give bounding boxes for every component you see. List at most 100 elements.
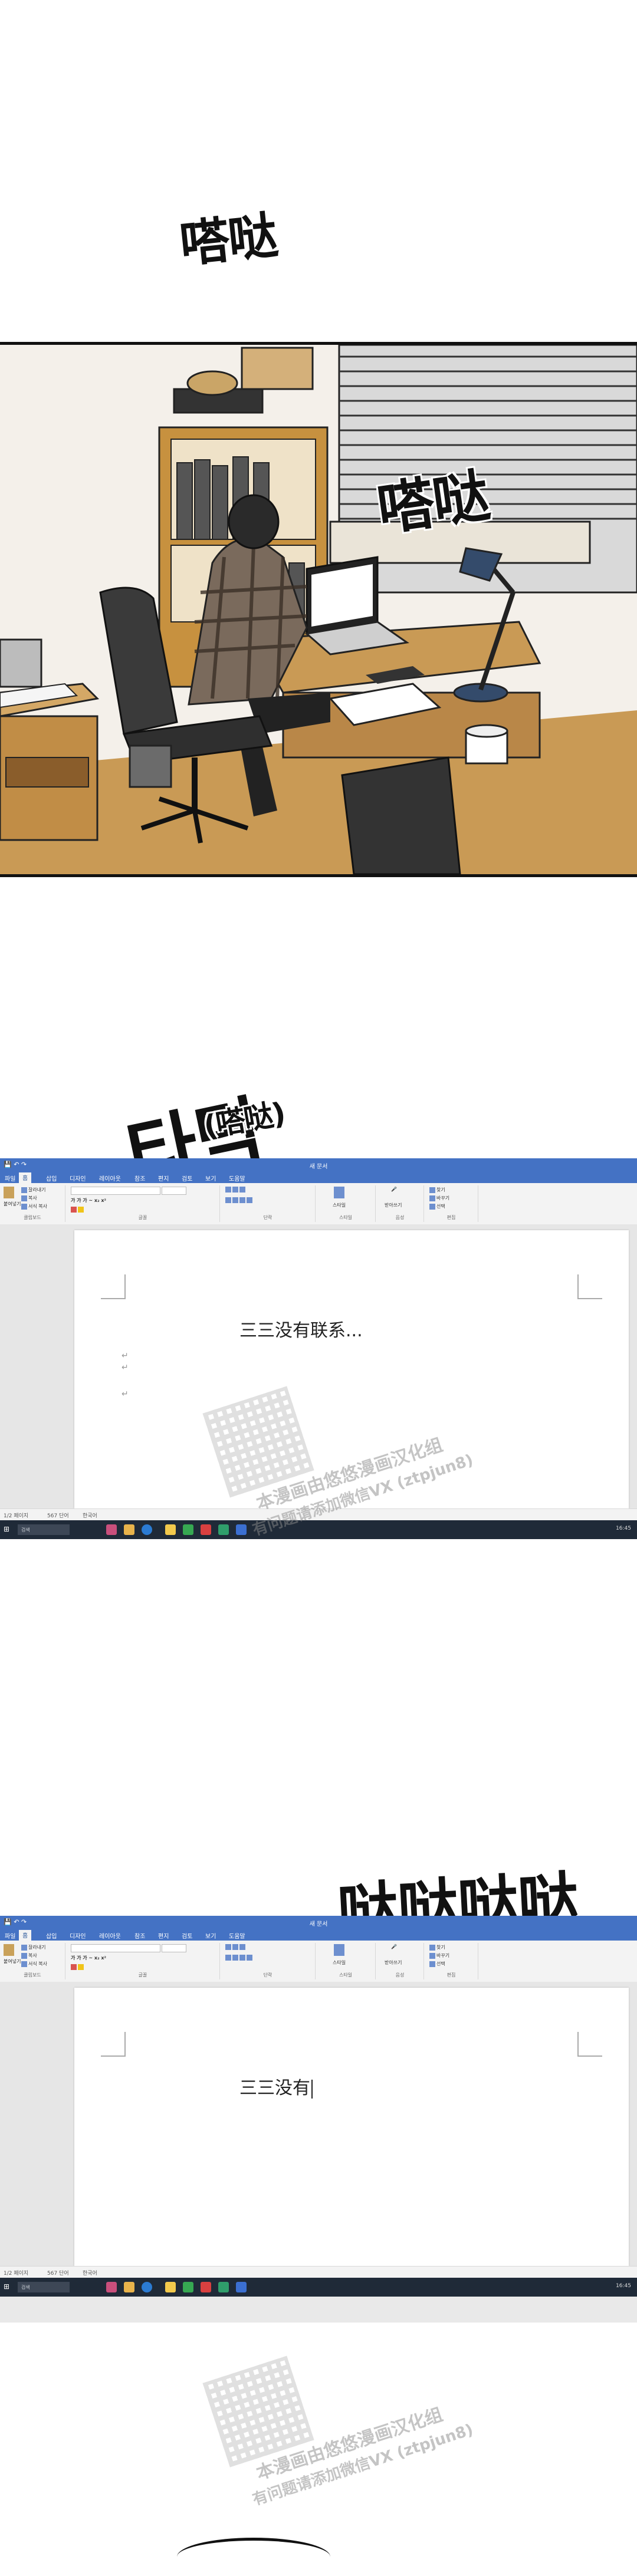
paste-button[interactable] — [4, 1944, 15, 1956]
status-words: 567 단어 — [47, 1513, 69, 1519]
tab-mailings[interactable]: 편지 — [155, 1173, 172, 1183]
copy-button[interactable]: 복사 — [21, 1195, 37, 1201]
replace-button[interactable]: 바꾸기 — [429, 1195, 449, 1201]
tab-home[interactable]: 홈 — [19, 1930, 32, 1941]
font-color-button[interactable] — [71, 1964, 85, 1970]
group-label-styles: 스타일 — [339, 1215, 353, 1220]
app-icon[interactable] — [183, 2282, 193, 2292]
font-family-select[interactable] — [71, 1187, 160, 1195]
highlight-icon — [78, 1207, 84, 1213]
find-button[interactable]: 찾기 — [429, 1944, 445, 1951]
list-multilevel-icon — [239, 1187, 245, 1193]
group-label-font: 글꼴 — [138, 1972, 147, 1978]
paragraph-mark: ↵ — [122, 1389, 129, 1399]
app-icon[interactable] — [124, 1524, 134, 1535]
windows-start-icon[interactable]: ⊞ — [4, 1525, 9, 1533]
font-family-select[interactable] — [71, 1944, 160, 1952]
tab-help[interactable]: 도움말 — [225, 1173, 249, 1183]
format-painter-button[interactable]: 서식 복사 — [21, 1203, 47, 1210]
dictate-button[interactable]: 🎤 — [391, 1944, 397, 1949]
select-icon — [429, 1203, 435, 1210]
search-icon — [429, 1187, 435, 1193]
folder-icon[interactable] — [165, 2282, 176, 2292]
app-icon[interactable] — [201, 2282, 211, 2292]
tab-references[interactable]: 참조 — [131, 1931, 149, 1941]
bullets-button[interactable] — [225, 1944, 247, 1950]
taskbar-clock: 16:45 — [616, 1526, 631, 1531]
group-clipboard: 붙여넣기 잘라내기 복사 서식 복사 클립보드 — [0, 1185, 65, 1222]
tab-design[interactable]: 디자인 — [66, 1931, 90, 1941]
folder-icon[interactable] — [165, 1524, 176, 1535]
document-text: 三三没有 — [239, 2078, 310, 2099]
app-icon[interactable] — [106, 2282, 117, 2292]
tab-review[interactable]: 검토 — [178, 1173, 196, 1183]
tab-view[interactable]: 보기 — [202, 1173, 219, 1183]
tab-view[interactable]: 보기 — [202, 1931, 219, 1941]
app-icon[interactable] — [183, 1524, 193, 1535]
tab-review[interactable]: 검토 — [178, 1931, 196, 1941]
tab-layout[interactable]: 레이아웃 — [96, 1173, 124, 1183]
tab-help[interactable]: 도움말 — [225, 1931, 249, 1941]
tab-home[interactable]: 홈 — [19, 1172, 32, 1183]
tab-insert[interactable]: 삽입 — [42, 1173, 60, 1183]
styles-label: 스타일 — [333, 1203, 346, 1208]
find-button[interactable]: 찾기 — [429, 1187, 445, 1193]
align-buttons[interactable] — [225, 1197, 254, 1203]
replace-icon — [429, 1952, 435, 1959]
align-center-icon — [232, 1955, 238, 1961]
tab-file[interactable]: 파일 — [1, 1931, 19, 1941]
paste-button[interactable] — [4, 1187, 15, 1198]
edge-icon[interactable] — [142, 2282, 152, 2292]
ribbon-tabs: 파일 홈 삽입 디자인 레이아웃 참조 편지 검토 보기 도움말 — [0, 1929, 637, 1941]
group-label-editing: 편집 — [446, 1972, 456, 1978]
paragraph-mark: ↵ — [122, 1351, 129, 1361]
tab-layout[interactable]: 레이아웃 — [96, 1931, 124, 1941]
styles-button[interactable] — [334, 1944, 346, 1956]
app-icon[interactable] — [218, 2282, 229, 2292]
styles-label: 스타일 — [333, 1960, 346, 1965]
tab-mailings[interactable]: 편지 — [155, 1931, 172, 1941]
taskbar-clock: 16:45 — [616, 2283, 631, 2289]
align-left-icon — [225, 1197, 231, 1203]
tab-insert[interactable]: 삽입 — [42, 1931, 60, 1941]
bold-button[interactable]: 가 가 가 ~ x₂ x² — [71, 1955, 106, 1961]
list-numbers-icon — [232, 1187, 238, 1193]
group-clipboard: 붙여넣기 잘라내기 복사 서식 복사 클립보드 — [0, 1943, 65, 1979]
bold-button[interactable]: 가 가 가 ~ x₂ x² — [71, 1197, 106, 1204]
tab-references[interactable]: 참조 — [131, 1173, 149, 1183]
title-bar: 💾 ↶ ↷ 새 문서 — [0, 1916, 637, 1929]
dictate-button[interactable]: 🎤 — [391, 1187, 397, 1192]
styles-button[interactable] — [334, 1187, 346, 1198]
font-color-icon — [71, 1207, 77, 1213]
select-button[interactable]: 선택 — [429, 1961, 445, 1967]
taskbar-search[interactable]: 검색 — [18, 1524, 70, 1535]
cut-button[interactable]: 잘라내기 — [21, 1944, 45, 1951]
title-bar: 💾 ↶ ↷ 새 문서 — [0, 1158, 637, 1171]
cut-button[interactable]: 잘라내기 — [21, 1187, 45, 1193]
app-icon[interactable] — [201, 1524, 211, 1535]
taskbar-search[interactable]: 검색 — [18, 2282, 70, 2292]
font-size-select[interactable] — [162, 1944, 186, 1952]
app-icon[interactable] — [124, 2282, 134, 2292]
tab-file[interactable]: 파일 — [1, 1173, 19, 1183]
bullets-button[interactable] — [225, 1187, 247, 1193]
select-button[interactable]: 선택 — [429, 1203, 445, 1210]
align-buttons[interactable] — [225, 1955, 254, 1961]
copy-button[interactable]: 복사 — [21, 1952, 37, 1959]
desk-scene-illustration — [0, 345, 637, 874]
word-app-icon[interactable] — [236, 2282, 247, 2292]
status-bar: 1/2 페이지 567 단어 한국어 — [0, 2266, 637, 2278]
format-painter-button[interactable]: 서식 복사 — [21, 1961, 47, 1967]
app-icon[interactable] — [106, 1524, 117, 1535]
edge-icon[interactable] — [142, 1524, 152, 1535]
replace-button[interactable]: 바꾸기 — [429, 1952, 449, 1959]
tab-design[interactable]: 디자인 — [66, 1173, 90, 1183]
windows-start-icon[interactable]: ⊞ — [4, 2282, 9, 2291]
margin-mark-top-right — [577, 2032, 602, 2057]
group-label-voice: 음성 — [395, 1972, 405, 1978]
font-color-button[interactable] — [71, 1207, 85, 1213]
app-icon[interactable] — [218, 1524, 229, 1535]
document-page[interactable]: 三三没有 — [74, 1988, 629, 2266]
font-size-select[interactable] — [162, 1187, 186, 1195]
ribbon: 붙여넣기 잘라내기 복사 서식 복사 클립보드 가 가 가 ~ x₂ x² 글꼴… — [0, 1183, 637, 1225]
